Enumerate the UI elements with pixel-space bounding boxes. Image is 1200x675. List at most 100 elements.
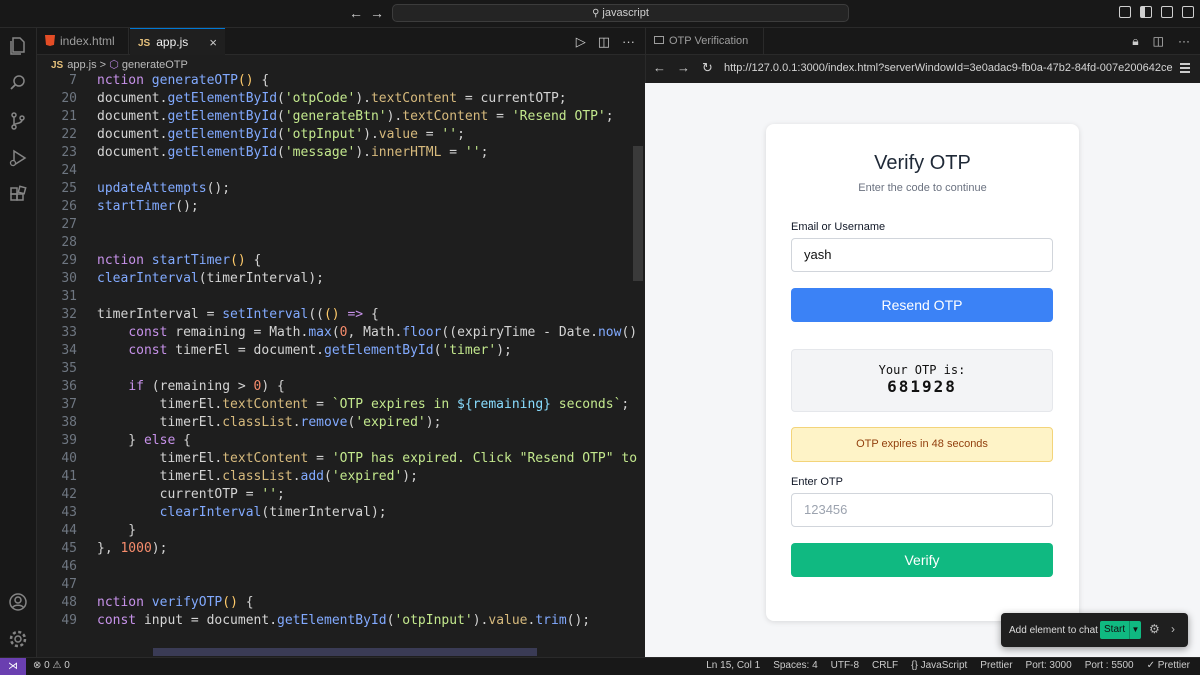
accounts-icon[interactable] — [8, 592, 28, 612]
code-line[interactable]: 22 document.getElementById('otpInput').va… — [37, 126, 637, 144]
code-line[interactable]: 43 clearInterval(timerInterval); — [37, 504, 637, 522]
breadcrumb-symbol[interactable]: generateOTP — [122, 59, 188, 71]
code-line[interactable]: 26 startTimer(); — [37, 198, 637, 216]
code-line[interactable]: 7 nction generateOTP() { — [37, 72, 637, 90]
port-5500[interactable]: Port : 5500 — [1085, 660, 1134, 671]
tab-index-html[interactable]: index.html — [37, 28, 129, 55]
lock-icon[interactable]: 🔒︎ — [1132, 34, 1138, 49]
manage-gear-icon[interactable] — [8, 629, 28, 649]
otp-input[interactable]: 123456 — [791, 493, 1053, 527]
search-icon[interactable] — [8, 73, 28, 93]
verify-button[interactable]: Verify — [791, 543, 1053, 577]
line-source: startTimer(); — [97, 199, 199, 214]
code-area[interactable]: 7 nction generateOTP() {20 document.getEle… — [37, 72, 637, 657]
line-number: 24 — [61, 163, 77, 178]
code-line[interactable]: 32 timerInterval = setInterval((() => { — [37, 306, 637, 324]
reload-icon[interactable]: ↻ — [702, 60, 713, 76]
code-line[interactable]: 30 clearInterval(timerInterval); — [37, 270, 637, 288]
source-control-icon[interactable] — [8, 111, 28, 131]
gear-icon[interactable]: ⚙ — [1149, 622, 1160, 636]
code-line[interactable]: 31 — [37, 288, 637, 306]
search-icon: ⚲ — [592, 8, 600, 19]
forward-arrow-icon[interactable]: → — [677, 60, 690, 75]
code-line[interactable]: 41 timerEl.classList.add('expired'); — [37, 468, 637, 486]
editor-scrollbar[interactable] — [633, 146, 643, 281]
line-number: 35 — [61, 361, 77, 376]
toggle-panel-icon[interactable] — [1161, 6, 1173, 18]
code-line[interactable]: 20 document.getElementById('otpCode').tex… — [37, 90, 637, 108]
split-editor-icon[interactable]: ◫ — [598, 34, 610, 50]
prettier-check[interactable]: ✓ Prettier — [1147, 660, 1190, 671]
code-line[interactable]: 38 timerEl.classList.remove('expired'); — [37, 414, 637, 432]
run-icon[interactable]: ▷ — [576, 34, 586, 50]
code-line[interactable]: 34 const timerEl = document.getElementBy… — [37, 342, 637, 360]
code-line[interactable]: 37 timerEl.textContent = `OTP expires in… — [37, 396, 637, 414]
chevron-right-icon[interactable]: › — [1171, 622, 1175, 636]
extensions-icon[interactable] — [8, 185, 28, 205]
split-editor-icon[interactable]: ◫ — [1153, 34, 1164, 49]
line-source: timerInterval = setInterval((() => { — [97, 307, 379, 322]
encoding[interactable]: UTF-8 — [831, 660, 859, 671]
code-line[interactable]: 40 timerEl.textContent = 'OTP has expire… — [37, 450, 637, 468]
otp-code: 681928 — [887, 377, 957, 396]
code-line[interactable]: 39 } else { — [37, 432, 637, 450]
function-symbol-icon: ⬡ — [109, 59, 119, 71]
back-arrow-icon[interactable]: ← — [349, 5, 363, 21]
code-line[interactable]: 35 — [37, 360, 637, 378]
code-line[interactable]: 42 currentOTP = ''; — [37, 486, 637, 504]
toggle-sidebar-icon[interactable] — [1140, 6, 1152, 18]
start-button[interactable]: Start ▼ — [1100, 621, 1141, 639]
cursor-position[interactable]: Ln 15, Col 1 — [706, 660, 760, 671]
code-line[interactable]: 28 — [37, 234, 637, 252]
code-line[interactable]: 24 — [37, 162, 637, 180]
start-label: Start — [1104, 624, 1126, 635]
tab-label: app.js — [156, 35, 189, 49]
line-ending[interactable]: CRLF — [872, 660, 898, 671]
port-3000[interactable]: Port: 3000 — [1026, 660, 1072, 671]
line-source: clearInterval(timerInterval); — [159, 505, 387, 520]
run-debug-icon[interactable] — [8, 148, 28, 168]
line-source: const input = document.getElementById('o… — [97, 613, 591, 628]
code-line[interactable]: 29 nction startTimer() { — [37, 252, 637, 270]
chevron-down-icon[interactable]: ▼ — [1129, 621, 1141, 639]
code-line[interactable]: 47 — [37, 576, 637, 594]
browser-nav-bar: ← → ↻ http://127.0.0.1:3000/index.html?s… — [645, 55, 1200, 83]
code-line[interactable]: 23 document.getElementById('message').inn… — [37, 144, 637, 162]
url-field[interactable]: http://127.0.0.1:3000/index.html?serverW… — [724, 62, 1173, 74]
resend-otp-button[interactable]: Resend OTP — [791, 288, 1053, 322]
command-center-search[interactable]: ⚲ javascript — [392, 4, 849, 22]
explorer-icon[interactable] — [8, 36, 28, 56]
line-source: timerEl.textContent = `OTP expires in ${… — [97, 397, 630, 412]
js-file-icon: JS — [51, 60, 64, 71]
menu-icon[interactable] — [1180, 63, 1190, 73]
preview-tab-actions: 🔒︎ ◫ ··· — [1132, 34, 1190, 49]
back-arrow-icon[interactable]: ← — [653, 60, 666, 75]
otp-card: Verify OTP Enter the code to continue Em… — [766, 124, 1079, 621]
browser-tab-icon — [654, 36, 664, 44]
code-line[interactable]: 45}, 1000); — [37, 540, 637, 558]
code-line[interactable]: 48 nction verifyOTP() { — [37, 594, 637, 612]
username-input[interactable]: yash — [791, 238, 1053, 272]
forward-arrow-icon[interactable]: → — [370, 5, 384, 21]
remote-indicator-icon[interactable]: ⋊ — [0, 658, 26, 675]
code-line[interactable]: 36 if (remaining > 0) { — [37, 378, 637, 396]
language-mode[interactable]: {} JavaScript — [911, 660, 967, 671]
prettier-status[interactable]: Prettier — [980, 660, 1012, 671]
code-line[interactable]: 44 } — [37, 522, 637, 540]
toggle-secondary-sidebar-icon[interactable] — [1182, 6, 1194, 18]
close-tab-icon[interactable]: × — [209, 29, 217, 56]
code-line[interactable]: 21 document.getElementById('generateBtn')… — [37, 108, 637, 126]
breadcrumb-file[interactable]: app.js — [67, 59, 96, 71]
code-line[interactable]: 33 const remaining = Math.max(0, Math.fl… — [37, 324, 637, 342]
more-actions-icon[interactable]: ··· — [622, 34, 635, 50]
tab-app-js[interactable]: JS app.js × — [130, 28, 225, 55]
indentation[interactable]: Spaces: 4 — [773, 660, 817, 671]
more-actions-icon[interactable]: ··· — [1178, 34, 1190, 49]
code-line[interactable]: 46 — [37, 558, 637, 576]
code-line[interactable]: 49 const input = document.getElementById(… — [37, 612, 637, 630]
customize-layout-icon[interactable] — [1119, 6, 1131, 18]
problems-indicator[interactable]: ⊗ 0 ⚠ 0 — [33, 660, 70, 671]
tab-otp-verification[interactable]: OTP Verification — [646, 28, 764, 55]
code-line[interactable]: 25 updateAttempts(); — [37, 180, 637, 198]
code-line[interactable]: 27 — [37, 216, 637, 234]
